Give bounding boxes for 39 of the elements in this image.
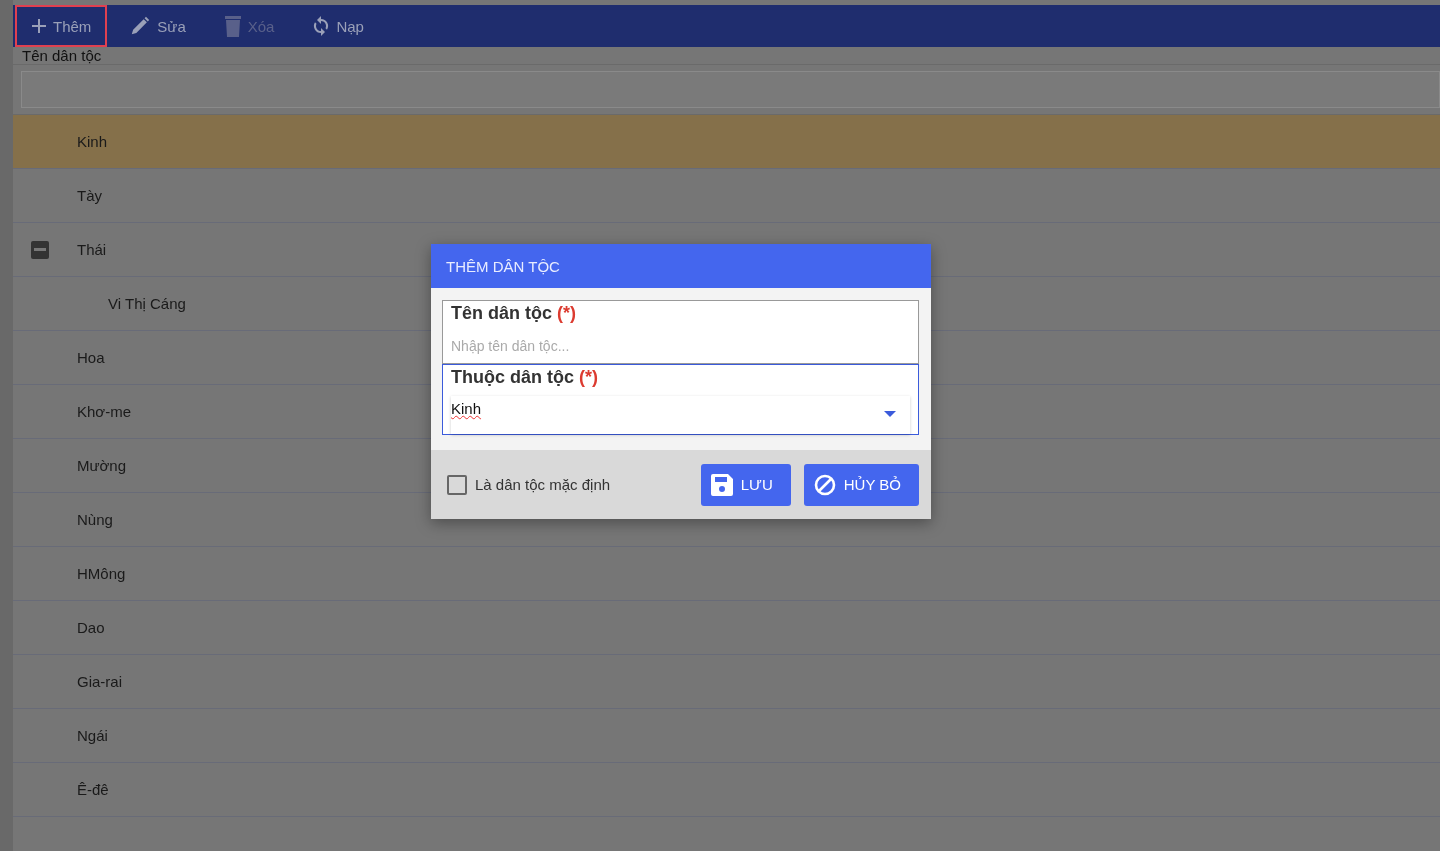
collapse-toggle[interactable]: [31, 240, 49, 259]
field-label: Tên dân tộc (*): [451, 303, 576, 323]
row-label: Nùng: [77, 511, 113, 528]
tree-row[interactable]: Tày: [13, 169, 1440, 223]
toolbar-button[interactable]: Thêm: [15, 5, 108, 47]
row-label: HMông: [77, 565, 126, 582]
pencil-icon: [129, 15, 152, 37]
tree-row[interactable]: HMông: [13, 547, 1440, 601]
trash-icon: [223, 15, 242, 37]
tree-row[interactable]: Dao: [13, 601, 1440, 655]
row-label: Kinh: [77, 133, 108, 150]
ethnic-select[interactable]: Kinh: [451, 396, 910, 434]
toolbar-button[interactable]: Sửa: [113, 5, 202, 47]
refresh-icon: [312, 16, 331, 36]
tree-row[interactable]: Kinh: [13, 115, 1440, 169]
name-field[interactable]: Tên dân tộc (*) Nhập tên dân tộc...: [442, 300, 919, 364]
row-label: Gia-rai: [77, 673, 122, 690]
dialog-title: THÊM DÂN TỘC: [446, 257, 560, 275]
row-label: Thái: [77, 241, 107, 258]
plus-icon: [31, 18, 47, 34]
tree-row[interactable]: Gia-rai: [13, 655, 1440, 709]
row-label: Ngái: [77, 727, 108, 744]
row-label: Ê-đê: [77, 781, 109, 798]
toolbar-button[interactable]: Nạp: [296, 5, 380, 47]
row-label: Mường: [77, 457, 127, 474]
row-label: Khơ-me: [77, 403, 132, 420]
save-button[interactable]: LƯU: [700, 463, 791, 506]
row-label: Tày: [77, 187, 102, 204]
row-label: Hoa: [77, 349, 105, 366]
cancel-button[interactable]: HỦY BỎ: [803, 463, 919, 506]
row-label: Vi Thị Cáng: [108, 295, 186, 312]
column-header: Tên dân tộc: [22, 47, 102, 64]
field-label: Thuộc dân tộc (*): [451, 367, 598, 387]
tree-row[interactable]: Ê-đê: [13, 763, 1440, 817]
row-label: Dao: [77, 619, 105, 636]
default-checkbox[interactable]: Là dân tộc mặc định: [447, 474, 611, 495]
prohibited-icon: [813, 473, 836, 496]
tree-row[interactable]: Ngái: [13, 709, 1440, 763]
dropdown-caret-icon: [884, 411, 896, 417]
